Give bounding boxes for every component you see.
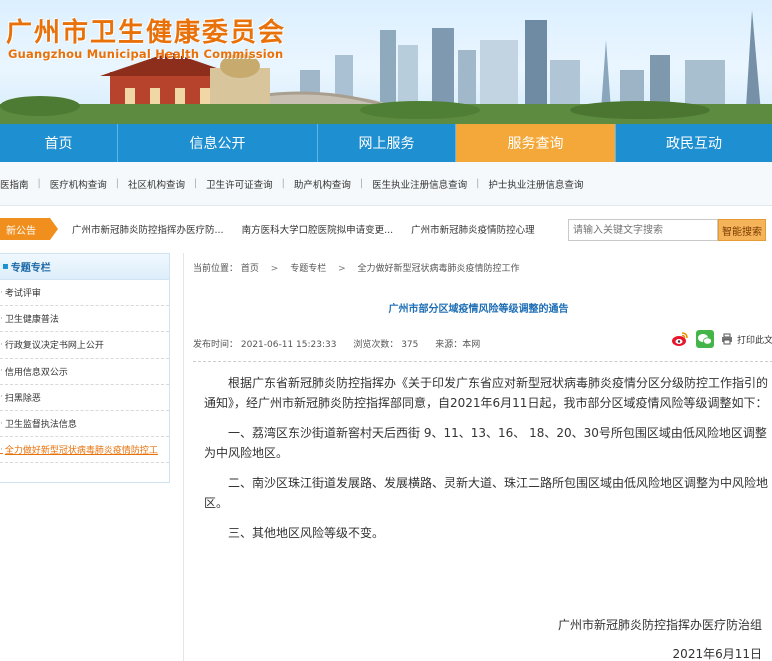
bullet-icon: · [0, 287, 3, 298]
notice-item[interactable]: 南方医科大学口腔医院拟申请变更... [242, 222, 394, 236]
nav-home[interactable]: 首页 [0, 124, 118, 162]
notice-item[interactable]: 广州市新冠肺炎疫情防控心理 [411, 222, 535, 236]
article-paragraph: 二、南沙区珠江街道发展路、发展横路、灵新大道、珠江二路所包围区域由低风险地区调整… [204, 476, 769, 510]
meta-divider [193, 361, 772, 362]
sidebar-item-label: 行政复议决定书网上公开 [4, 341, 104, 352]
main-nav: 首页 信息公开 网上服务 服务查询 政民互动 [0, 124, 772, 162]
sidebar-item-credit-info[interactable]: · 信用信息双公示 [0, 359, 169, 385]
sidebar-item-label: 全力做好新型冠状病毒肺炎疫情防控工 [4, 446, 158, 457]
bullet-icon: · [0, 444, 3, 455]
breadcrumb-separator: > [338, 264, 346, 274]
nav-interaction[interactable]: 政民互动 [616, 124, 772, 162]
article-title: 广州市部分区域疫情风险等级调整的通告 [388, 304, 569, 315]
printer-icon [722, 333, 732, 345]
sub-nav: 医指南 | 医疗机构查询 | 社区机构查询 | 卫生许可证查询 | 助产机构查询 | 医生… [0, 162, 772, 206]
breadcrumb-separator: > [270, 264, 279, 274]
breadcrumb: 当前位置： 首页 > 专题专栏 > 全力做好新型冠状病毒肺炎疫情防控工作 [193, 261, 520, 274]
sidebar-item-covid-control[interactable]: · 全力做好新型冠状病毒肺炎疫情防控工 [0, 437, 169, 464]
breadcrumb-current[interactable]: 全力做好新型冠状病毒肺炎疫情防控工作 [358, 264, 520, 274]
sidebar-item-supervision[interactable]: · 卫生监督执法信息 [0, 411, 169, 438]
bullet-icon: · [0, 392, 3, 403]
share-bar: 打印此文 [671, 330, 772, 348]
breadcrumb-prefix: 当前位置： [193, 264, 239, 274]
subnav-link-midwifery[interactable]: 助产机构查询 [294, 177, 351, 191]
nav-service-query[interactable]: 服务查询 [456, 124, 616, 162]
notice-item[interactable]: 广州市新冠肺炎防控指挥办医疗防... [72, 222, 224, 236]
bullet-icon: · [0, 366, 3, 377]
article-paragraph: 根据广东省新冠肺炎防控指挥办《关于印发广东省应对新型冠状病毒肺炎疫情分区分级防控… [204, 376, 769, 410]
sidebar-title-label: 专题专栏 [10, 263, 51, 274]
article-body: 根据广东省新冠肺炎防控指挥办《关于印发广东省应对新型冠状病毒肺炎疫情分区分级防控… [204, 373, 769, 553]
nav-online-service[interactable]: 网上服务 [318, 124, 456, 162]
bullet-icon: · [0, 339, 3, 350]
bullet-icon: · [0, 313, 3, 324]
view-count: 浏览次数： 375 [353, 340, 419, 350]
print-button[interactable]: 打印此文 [721, 333, 772, 346]
sidebar-item-health-law[interactable]: · 卫生健康普法 [0, 306, 169, 333]
breadcrumb-home[interactable]: 首页 [241, 264, 259, 274]
subnav-link-doctor-registration[interactable]: 医生执业注册信息查询 [372, 177, 467, 191]
sidebar-item-label: 信用信息双公示 [4, 367, 68, 378]
article-paragraph: 一、荔湾区东沙街道新窖村天后西街 9、11、13、16、 18、20、30号所包… [204, 426, 767, 460]
sidebar-item-label: 卫生监督执法信息 [4, 420, 77, 431]
site-title: 广州市卫生健康委员会 [6, 18, 287, 48]
bullet-icon: · [0, 418, 3, 429]
subnav-link-health-license[interactable]: 卫生许可证查询 [206, 177, 273, 191]
article-source: 来源：本网 [435, 340, 481, 350]
notice-list: 广州市新冠肺炎防控指挥办医疗防... 南方医科大学口腔医院拟申请变更... 广州… [72, 222, 612, 236]
sidebar-title: ▪ 专题专栏 [0, 254, 169, 280]
article-date: 2021年6月11日 [672, 647, 762, 661]
sidebar-item-label: 扫黑除恶 [4, 393, 41, 404]
search-button[interactable]: 智能搜索 [718, 219, 766, 241]
sidebar-item-label: 考试评审 [4, 289, 41, 300]
publish-time: 发布时间： 2021-06-11 15:23:33 [193, 340, 337, 350]
article-panel: 当前位置： 首页 > 专题专栏 > 全力做好新型冠状病毒肺炎疫情防控工作 广州市… [183, 253, 772, 661]
bullet-icon: ▪ [2, 261, 9, 272]
article-meta: 发布时间： 2021-06-11 15:23:33 浏览次数： 375 来源：本… [193, 337, 494, 350]
site-subtitle: Guangzhou Municipal Health Commission [8, 47, 284, 61]
article-signature: 广州市新冠肺炎防控指挥办医疗防治组 [557, 618, 762, 632]
print-label: 打印此文 [737, 335, 772, 346]
article-paragraph: 三、其他地区风险等级不变。 [228, 526, 385, 540]
subnav-link-medical-institution[interactable]: 医疗机构查询 [50, 177, 107, 191]
weibo-share-icon[interactable] [671, 330, 689, 348]
breadcrumb-topic[interactable]: 专题专栏 [290, 264, 326, 274]
nav-info-disclosure[interactable]: 信息公开 [118, 124, 318, 162]
subnav-link-nurse-registration[interactable]: 护士执业注册信息查询 [488, 177, 583, 191]
notice-bar: 新公告 广州市新冠肺炎防控指挥办医疗防... 南方医科大学口腔医院拟申请变更..… [0, 206, 772, 252]
header-banner: 广州市卫生健康委员会 Guangzhou Municipal Health Co… [0, 0, 772, 124]
notice-tag: 新公告 [0, 218, 58, 240]
sidebar: ▪ 专题专栏 · 考试评审 · 卫生健康普法 · 行政复议决定书网上公开 · 信用信息双… [0, 253, 170, 483]
subnav-link-guide[interactable]: 医指南 [0, 177, 29, 191]
sidebar-item-exam-review[interactable]: · 考试评审 [0, 280, 169, 307]
sidebar-item-anti-crime[interactable]: · 扫黑除恶 [0, 385, 169, 411]
search-input[interactable] [568, 219, 718, 241]
sidebar-item-label: 卫生健康普法 [4, 315, 59, 326]
wechat-share-icon[interactable] [696, 330, 714, 348]
sidebar-item-admin-review[interactable]: · 行政复议决定书网上公开 [0, 332, 169, 359]
subnav-link-community-institution[interactable]: 社区机构查询 [128, 177, 185, 191]
